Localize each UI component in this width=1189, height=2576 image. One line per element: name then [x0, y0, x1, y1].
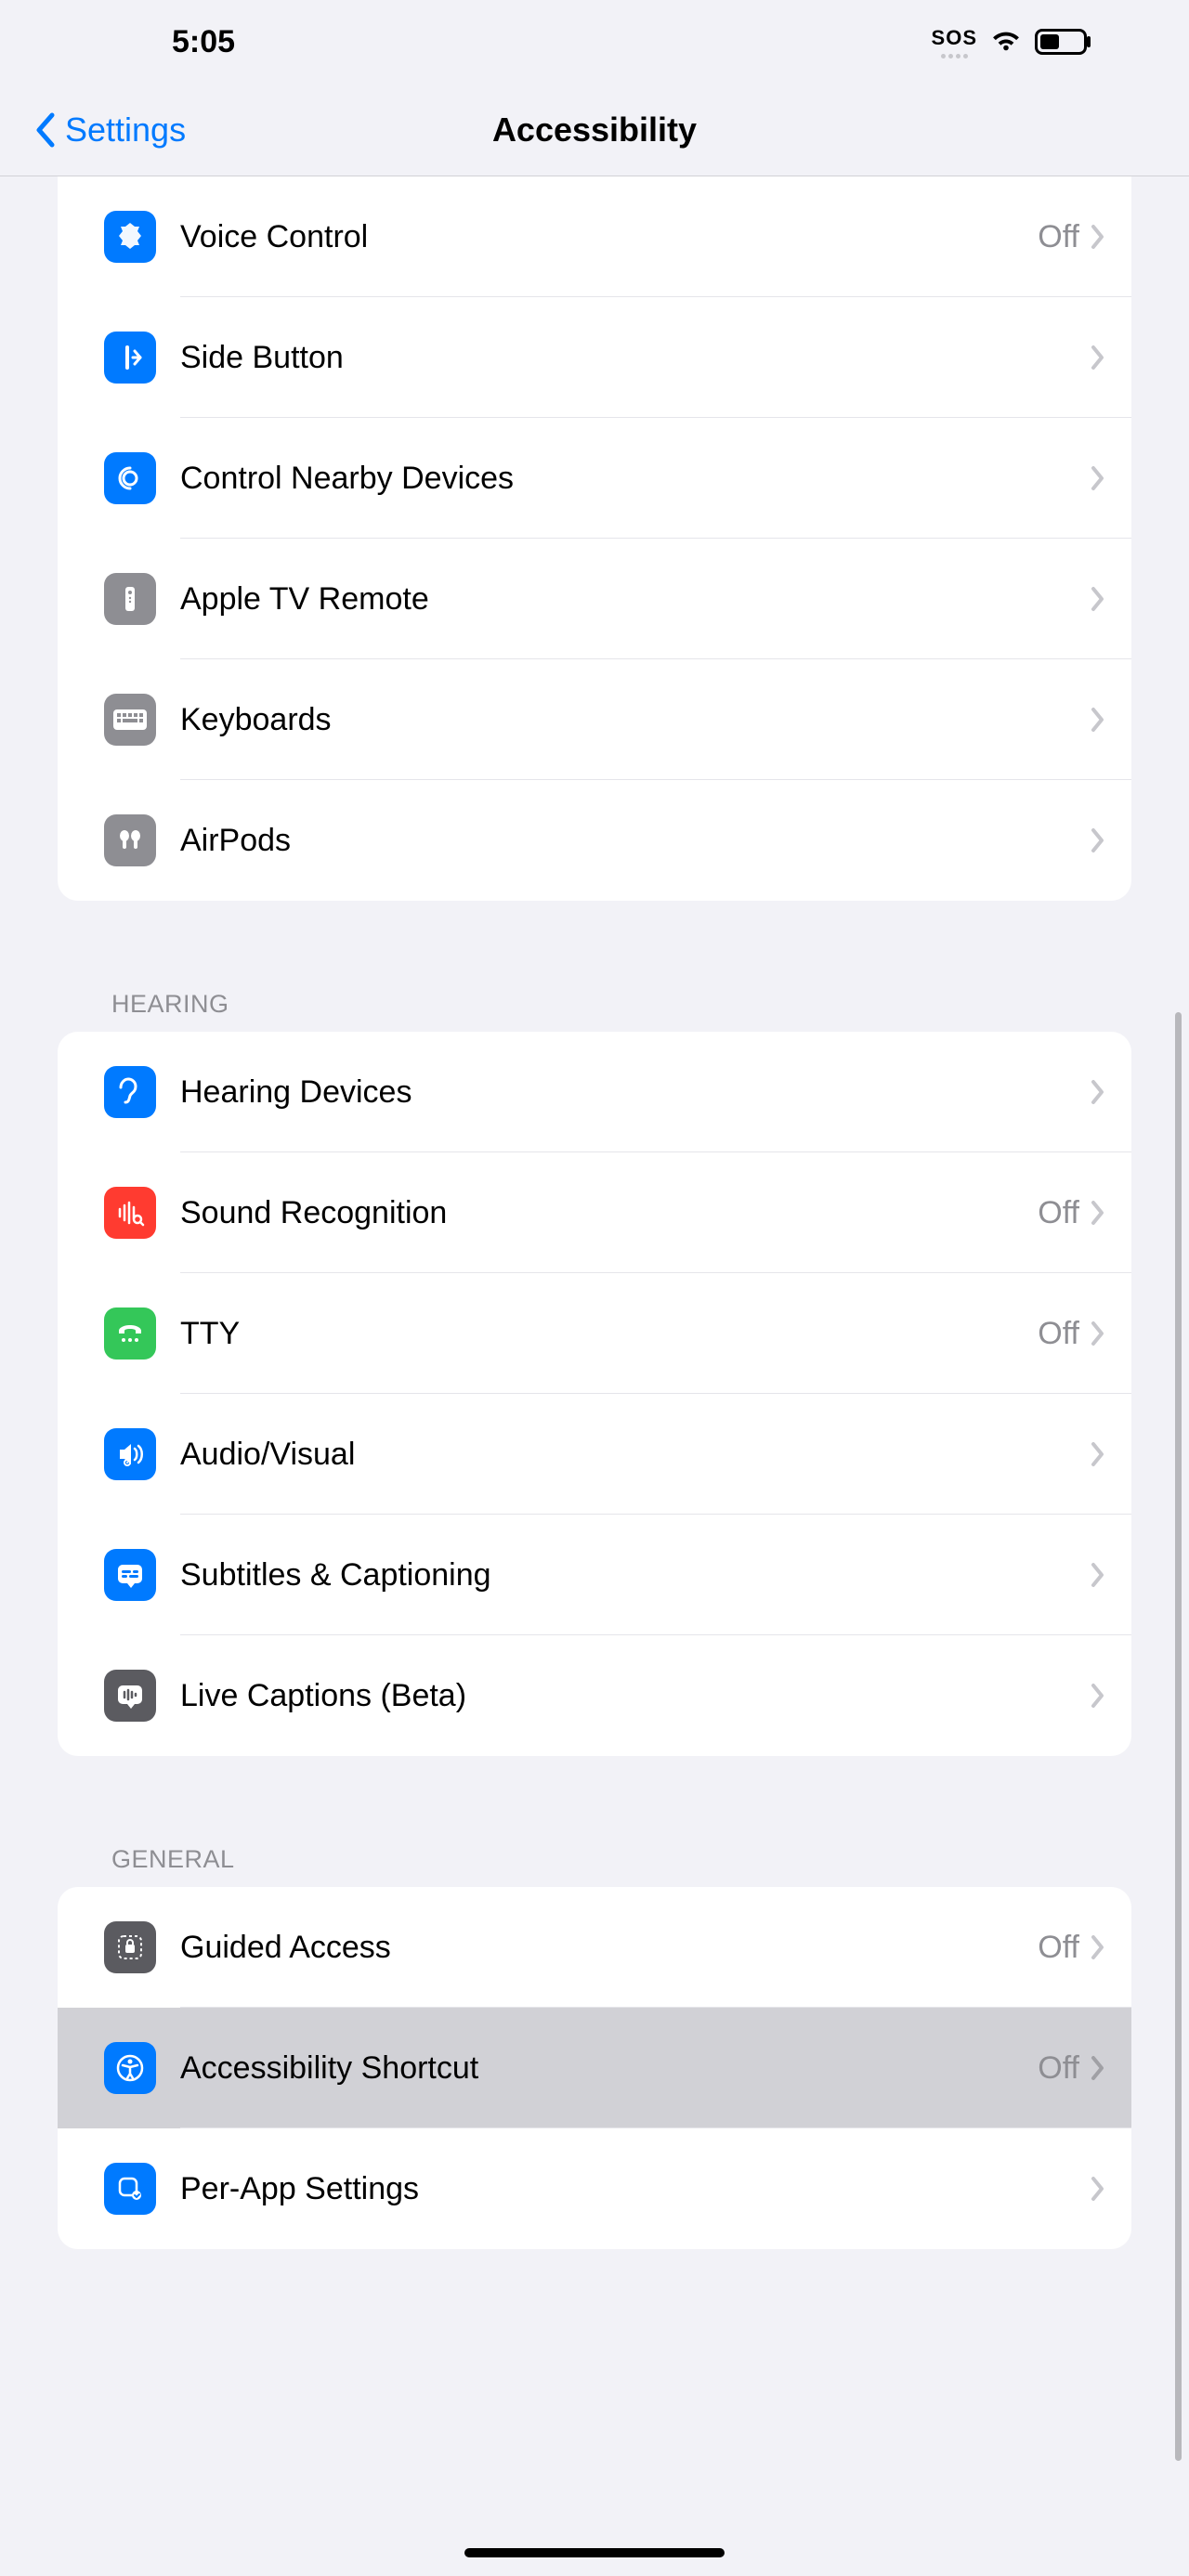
row-hearing-devices[interactable]: Hearing Devices [58, 1032, 1131, 1152]
per-app-settings-icon [104, 2163, 156, 2215]
scrollbar[interactable] [1175, 1012, 1182, 2461]
chevron-right-icon [1091, 465, 1105, 491]
row-keyboards[interactable]: Keyboards [58, 659, 1131, 780]
airpods-icon [104, 814, 156, 866]
row-accessibility-shortcut[interactable]: Accessibility Shortcut Off [58, 2008, 1131, 2128]
row-audio-visual[interactable]: Audio/Visual [58, 1394, 1131, 1515]
row-value: Off [1038, 2050, 1079, 2087]
row-label: Audio/Visual [180, 1437, 1091, 1473]
chevron-right-icon [1091, 586, 1105, 612]
wifi-icon [990, 30, 1022, 54]
chevron-right-icon [1091, 1441, 1105, 1467]
chevron-right-icon [1091, 2055, 1105, 2081]
row-value: Off [1038, 219, 1079, 255]
guided-access-icon [104, 1921, 156, 1973]
chevron-right-icon [1091, 1200, 1105, 1226]
row-label: Voice Control [180, 219, 1038, 255]
row-label: Live Captions (Beta) [180, 1678, 1091, 1714]
chevron-right-icon [1091, 707, 1105, 733]
group-hearing: Hearing Devices Sound Recognition Off TT… [58, 1032, 1131, 1756]
chevron-right-icon [1091, 224, 1105, 250]
status-time: 5:05 [172, 24, 235, 60]
status-icons: SOS [932, 26, 1087, 59]
home-indicator[interactable] [464, 2548, 725, 2557]
row-label: Guided Access [180, 1930, 1038, 1966]
row-control-nearby-devices[interactable]: Control Nearby Devices [58, 418, 1131, 539]
back-label: Settings [65, 111, 186, 150]
row-live-captions[interactable]: Live Captions (Beta) [58, 1635, 1131, 1756]
section-header-general: GENERAL [111, 1845, 1189, 1874]
row-label: AirPods [180, 823, 1091, 859]
chevron-left-icon [33, 111, 56, 149]
row-voice-control[interactable]: Voice Control Off [58, 176, 1131, 297]
section-header-hearing: HEARING [111, 990, 1189, 1019]
back-button[interactable]: Settings [33, 111, 186, 150]
chevron-right-icon [1091, 1562, 1105, 1588]
row-side-button[interactable]: Side Button [58, 297, 1131, 418]
sos-label: SOS [932, 26, 977, 50]
keyboard-icon [104, 694, 156, 746]
chevron-right-icon [1091, 1683, 1105, 1709]
chevron-right-icon [1091, 2176, 1105, 2202]
accessibility-icon [104, 2042, 156, 2094]
row-label: Apple TV Remote [180, 581, 1091, 618]
tty-icon [104, 1308, 156, 1360]
nav-bar: Settings Accessibility [0, 84, 1189, 176]
row-label: Control Nearby Devices [180, 461, 1091, 497]
group-physical: Voice Control Off Side Button Control Ne… [58, 176, 1131, 901]
chevron-right-icon [1091, 345, 1105, 371]
status-bar: 5:05 SOS [0, 0, 1189, 84]
row-label: Side Button [180, 340, 1091, 376]
row-sound-recognition[interactable]: Sound Recognition Off [58, 1152, 1131, 1273]
live-captions-icon [104, 1670, 156, 1722]
row-label: Hearing Devices [180, 1074, 1091, 1111]
cellular-sos: SOS [932, 26, 977, 59]
chevron-right-icon [1091, 1934, 1105, 1960]
row-value: Off [1038, 1316, 1079, 1352]
row-label: TTY [180, 1316, 1038, 1352]
sos-dots [941, 54, 968, 59]
ear-icon [104, 1066, 156, 1118]
row-label: Keyboards [180, 702, 1091, 738]
row-label: Sound Recognition [180, 1195, 1038, 1231]
sound-recognition-icon [104, 1187, 156, 1239]
chevron-right-icon [1091, 1321, 1105, 1347]
voice-control-icon [104, 211, 156, 263]
row-value: Off [1038, 1930, 1079, 1966]
row-label: Accessibility Shortcut [180, 2050, 1038, 2087]
subtitles-icon [104, 1549, 156, 1601]
chevron-right-icon [1091, 1079, 1105, 1105]
chevron-right-icon [1091, 827, 1105, 853]
row-label: Subtitles & Captioning [180, 1557, 1091, 1594]
side-button-icon [104, 332, 156, 384]
apple-tv-remote-icon [104, 573, 156, 625]
row-tty[interactable]: TTY Off [58, 1273, 1131, 1394]
row-value: Off [1038, 1195, 1079, 1231]
row-airpods[interactable]: AirPods [58, 780, 1131, 901]
battery-icon [1035, 29, 1087, 55]
row-apple-tv-remote[interactable]: Apple TV Remote [58, 539, 1131, 659]
group-general: Guided Access Off Accessibility Shortcut… [58, 1887, 1131, 2249]
row-per-app-settings[interactable]: Per-App Settings [58, 2128, 1131, 2249]
nearby-devices-icon [104, 452, 156, 504]
row-label: Per-App Settings [180, 2171, 1091, 2207]
row-subtitles-captioning[interactable]: Subtitles & Captioning [58, 1515, 1131, 1635]
audio-visual-icon [104, 1428, 156, 1480]
row-guided-access[interactable]: Guided Access Off [58, 1887, 1131, 2008]
